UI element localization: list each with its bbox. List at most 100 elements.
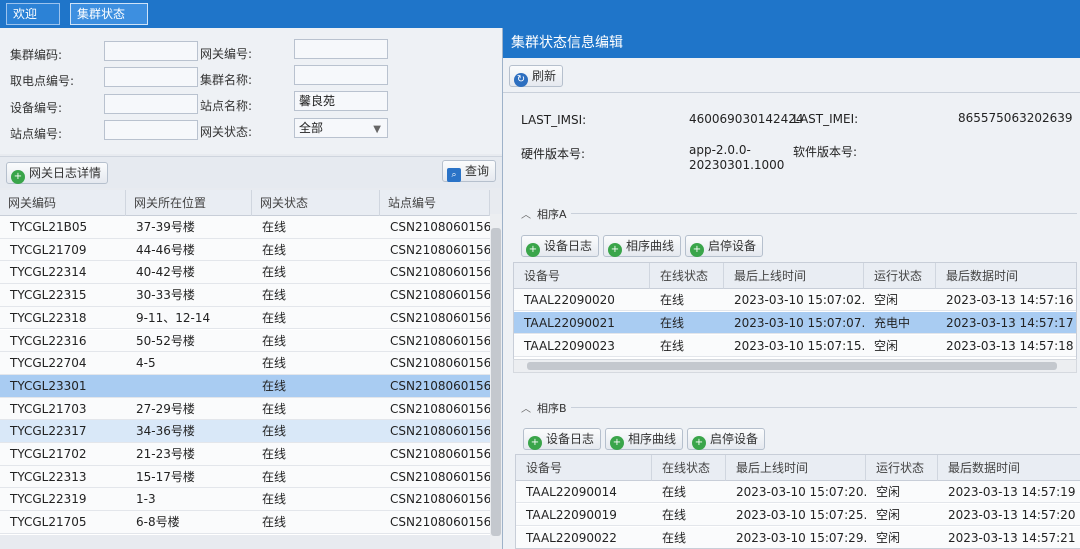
- device-log-button[interactable]: + 设备日志: [521, 235, 600, 257]
- cell-gateway-status: 在线: [262, 333, 287, 348]
- scrollbar-thumb[interactable]: [491, 228, 501, 536]
- start-stop-label: 启停设备: [708, 239, 757, 253]
- phase-b-table: 设备号 在线状态 最后上线时间 运行状态 最后数据时间 TAAL22090014…: [515, 454, 1080, 549]
- table-row[interactable]: TYCGL22318 9-11、12-14 在线 CSN21080601562: [0, 306, 490, 330]
- cell-gateway-status: 在线: [262, 515, 287, 530]
- phase-b-title: 相序B: [533, 400, 571, 416]
- tab-cluster-status[interactable]: 集群状态×: [70, 3, 148, 41]
- cell-station-no: CSN21080601562: [390, 310, 490, 325]
- table-row[interactable]: TAAL22090023 在线 2023-03-10 15:07:15... 空闲 20…: [514, 335, 1076, 357]
- cell-device-no: TAAL22090022: [526, 531, 617, 545]
- col-device-no[interactable]: 设备号: [516, 455, 652, 481]
- cell-gateway-code: TYCGL21702: [10, 447, 87, 461]
- station-name-input[interactable]: 馨良苑: [294, 91, 388, 111]
- col-last-data[interactable]: 最后数据时间: [936, 263, 1076, 289]
- phase-curve-button[interactable]: + 相序曲线: [603, 235, 682, 257]
- cell-online-status: 在线: [662, 531, 687, 545]
- table-row[interactable]: TAAL22090021 在线 2023-03-10 15:07:07... 充电中 2…: [514, 312, 1076, 334]
- cell-online-status: 在线: [660, 316, 685, 330]
- cell-gateway-status: 在线: [262, 378, 287, 393]
- table-row[interactable]: TYCGL23301 在线 CSN21080601562: [0, 374, 490, 398]
- table-row[interactable]: TYCGL21705 6-8号楼 在线 CSN21080601562: [0, 511, 490, 534]
- tab-welcome[interactable]: 欢迎: [6, 3, 60, 25]
- device-log-label: 设备日志: [544, 239, 593, 253]
- last-imsi-label: LAST_IMSI:: [521, 113, 587, 127]
- phase-a-table: 设备号 在线状态 最后上线时间 运行状态 最后数据时间 TAAL22090020…: [513, 262, 1077, 360]
- cell-last-online: 2023-03-10 15:07:02...: [734, 293, 864, 307]
- device-log-button[interactable]: + 设备日志: [523, 428, 602, 450]
- table-row[interactable]: TAAL22090019 在线 2023-03-10 15:07:25... 空闲 20…: [516, 504, 1080, 526]
- col-gateway-code[interactable]: 网关编码: [0, 190, 126, 216]
- cell-gateway-code: TYCGL22314: [10, 265, 87, 280]
- table-row[interactable]: TYCGL22317 34-36号楼 在线 CSN21080601562: [0, 420, 490, 443]
- col-last-online[interactable]: 最后上线时间: [726, 455, 866, 481]
- hw-version-value-1: app-2.0.0-: [689, 143, 751, 157]
- cell-gateway-code: TYCGL21703: [10, 401, 87, 416]
- col-station-no[interactable]: 站点编号: [380, 190, 490, 216]
- col-online-status[interactable]: 在线状态: [650, 263, 724, 289]
- table-row[interactable]: TYCGL21709 44-46号楼 在线 CSN21080601562: [0, 238, 490, 262]
- col-online-status[interactable]: 在线状态: [652, 455, 726, 481]
- col-gateway-status[interactable]: 网关状态: [252, 190, 380, 216]
- cluster-name-label: 集群名称:: [200, 73, 253, 87]
- table-row[interactable]: TYCGL21703 27-29号楼 在线 CSN21080601562: [0, 397, 490, 421]
- gateway-status-select[interactable]: 全部 ▼: [294, 118, 388, 138]
- last-imsi-value: 460069030142424: [689, 112, 804, 126]
- section-divider: [517, 213, 1077, 214]
- tab-welcome-label: 欢迎: [13, 7, 38, 21]
- phase-curve-button[interactable]: + 相序曲线: [605, 428, 684, 450]
- table-row[interactable]: TYCGL22704 4-5 在线 CSN21080601562: [0, 352, 490, 375]
- station-no-input[interactable]: [104, 120, 198, 140]
- sw-version-label: 软件版本号:: [793, 145, 858, 159]
- cluster-code-input[interactable]: [104, 41, 198, 61]
- table-row[interactable]: TYCGL22313 15-17号楼 在线 CSN21080601562: [0, 465, 490, 489]
- cell-gateway-status: 在线: [262, 265, 287, 280]
- cell-last-online: 2023-03-10 15:07:29...: [736, 531, 866, 545]
- device-no-input[interactable]: [104, 94, 198, 114]
- start-stop-button[interactable]: + 启停设备: [685, 235, 764, 257]
- hw-version-value-2: 20230301.1000: [689, 158, 785, 172]
- table-row[interactable]: TAAL22090022 在线 2023-03-10 15:07:29... 空闲 20…: [516, 527, 1080, 548]
- gateway-table-body: TYCGL21B05 37-39号楼 在线 CSN21080601562 TYCGL21…: [0, 216, 490, 535]
- table-row[interactable]: TAAL22090020 在线 2023-03-10 15:07:02... 空闲 20…: [514, 289, 1076, 311]
- cell-gateway-code: TYCGL21705: [10, 515, 87, 530]
- table-row[interactable]: TYCGL22314 40-42号楼 在线 CSN21080601562: [0, 261, 490, 285]
- table-row[interactable]: TYCGL21B05 37-39号楼 在线 CSN21080601562: [0, 216, 490, 239]
- start-stop-button[interactable]: + 启停设备: [687, 428, 766, 450]
- table-row[interactable]: TYCGL22316 50-52号楼 在线 CSN21080601562: [0, 329, 490, 353]
- gateway-status-label: 网关状态:: [200, 125, 253, 139]
- cell-gateway-status: 在线: [262, 401, 287, 416]
- cell-gateway-code: TYCGL22315: [10, 288, 87, 303]
- cell-gateway-code: TYCGL22317: [10, 424, 87, 439]
- power-point-label: 取电点编号:: [10, 74, 75, 88]
- cell-gateway-location: 50-52号楼: [136, 333, 195, 348]
- col-gateway-location[interactable]: 网关所在位置: [126, 190, 252, 216]
- cell-last-online: 2023-03-10 15:07:20...: [736, 485, 866, 499]
- col-device-no[interactable]: 设备号: [514, 263, 650, 289]
- gateway-no-input[interactable]: [294, 39, 388, 59]
- cell-gateway-code: TYCGL22313: [10, 469, 87, 484]
- col-last-online[interactable]: 最后上线时间: [724, 263, 864, 289]
- cell-last-data: 2023-03-13 14:57:21: [948, 531, 1076, 545]
- refresh-button[interactable]: ↻ 刷新: [509, 65, 564, 87]
- cell-gateway-location: 9-11、12-14: [136, 310, 211, 325]
- log-icon: +: [526, 243, 540, 257]
- scrollbar-thumb[interactable]: [527, 362, 1057, 370]
- cell-run-status: 空闲: [874, 339, 899, 353]
- log-icon: +: [11, 170, 25, 184]
- query-button[interactable]: ⌕ 查询: [442, 160, 497, 182]
- cell-gateway-location: 30-33号楼: [136, 288, 195, 303]
- power-point-input[interactable]: [104, 67, 198, 87]
- col-run-status[interactable]: 运行状态: [864, 263, 936, 289]
- col-run-status[interactable]: 运行状态: [866, 455, 938, 481]
- gateway-log-button[interactable]: + 网关日志详情: [6, 162, 109, 184]
- table-row[interactable]: TYCGL21702 21-23号楼 在线 CSN21080601562: [0, 443, 490, 466]
- col-last-data[interactable]: 最后数据时间: [938, 455, 1080, 481]
- table-row[interactable]: TYCGL22315 30-33号楼 在线 CSN21080601562: [0, 284, 490, 307]
- curve-icon: +: [610, 436, 624, 450]
- power-icon: +: [692, 436, 706, 450]
- table-row[interactable]: TYCGL22319 1-3 在线 CSN21080601562: [0, 488, 490, 512]
- cluster-name-input[interactable]: [294, 65, 388, 85]
- table-row[interactable]: TAAL22090014 在线 2023-03-10 15:07:20... 空闲 20…: [516, 481, 1080, 503]
- refresh-button-label: 刷新: [532, 69, 557, 83]
